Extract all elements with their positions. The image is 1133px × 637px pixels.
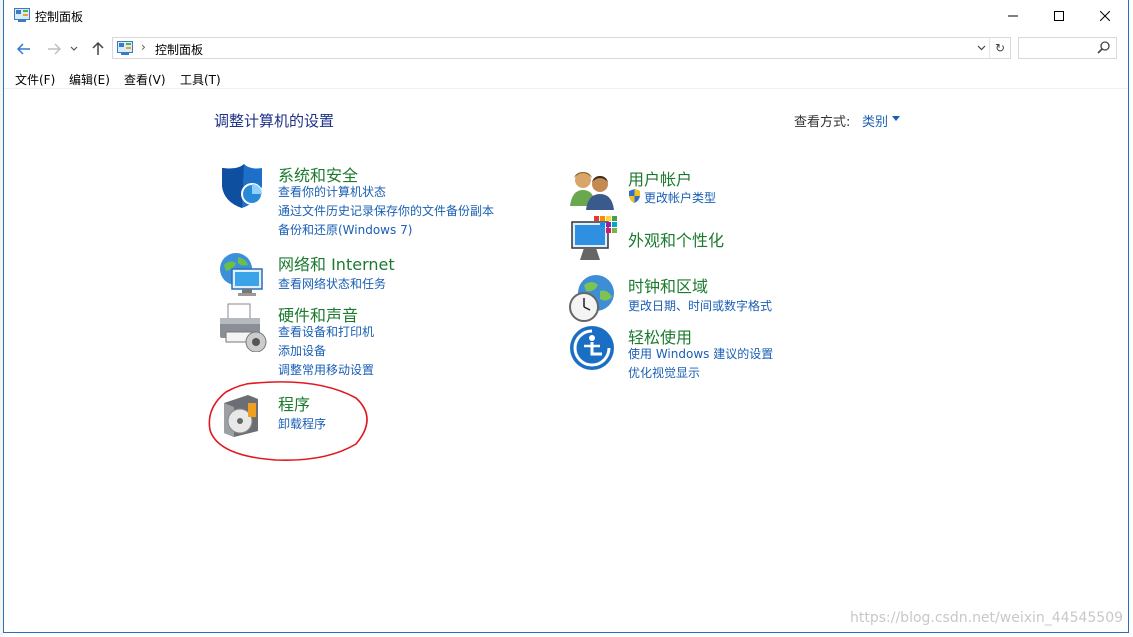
recent-locations-button[interactable] [68,39,80,59]
link-file-history-backup[interactable]: 通过文件历史记录保存你的文件备份副本 [278,202,494,219]
chevron-down-icon [70,46,78,51]
category-hardware-sound: 硬件和声音 查看设备和打印机 添加设备 调整常用移动设置 [218,302,518,382]
minimize-icon [1008,15,1018,17]
address-history-button[interactable] [974,38,988,58]
menu-bar: 文件(F) 编辑(E) 查看(V) 工具(T) [4,68,1128,89]
link-backup-restore[interactable]: 备份和还原(Windows 7) [278,221,412,238]
printer-icon[interactable] [218,302,268,352]
up-button[interactable] [88,39,108,59]
arrow-left-icon [17,43,30,55]
arrow-up-icon [92,42,104,55]
chevron-down-icon [977,45,985,51]
category-user-accounts: 用户帐户 更改帐户类型 [568,166,868,210]
link-optimize-visual-display[interactable]: 优化视觉显示 [628,364,700,381]
breadcrumb-separator[interactable]: › [141,40,146,54]
category-title[interactable]: 时钟和区域 [628,273,708,297]
link-change-account-type[interactable]: 更改帐户类型 [644,189,716,206]
menu-file[interactable]: 文件(F) [15,71,55,88]
control-panel-window: 控制面板 › 控制面板 ↻ 文件(F) 编辑(E) 查看(V) 工具(T) [3,0,1129,633]
link-devices-printers[interactable]: 查看设备和打印机 [278,323,374,340]
shield-icon[interactable] [218,162,268,212]
window-title: 控制面板 [35,10,84,24]
chevron-down-icon[interactable] [892,116,900,121]
minimize-button[interactable] [990,0,1036,32]
category-title[interactable]: 网络和 Internet [278,251,395,275]
refresh-icon: ↻ [994,41,1006,55]
search-icon[interactable] [1097,41,1110,54]
link-windows-recommended-settings[interactable]: 使用 Windows 建议的设置 [628,345,773,362]
link-network-status[interactable]: 查看网络状态和任务 [278,275,386,292]
category-title[interactable]: 外观和个性化 [628,227,724,251]
network-globe-icon[interactable] [218,251,268,301]
link-view-computer-status[interactable]: 查看你的计算机状态 [278,183,386,200]
category-clock-region: 时钟和区域 更改日期、时间或数字格式 [568,273,868,322]
menu-view[interactable]: 查看(V) [124,71,166,88]
close-icon [1100,11,1110,21]
category-ease-of-access: 轻松使用 使用 Windows 建议的设置 优化视觉显示 [568,324,868,384]
control-panel-icon [14,8,30,22]
menu-tools[interactable]: 工具(T) [180,71,221,88]
maximize-icon [1054,11,1064,21]
category-system-security: 系统和安全 查看你的计算机状态 通过文件历史记录保存你的文件备份副本 备份和还原… [218,162,518,242]
link-add-device[interactable]: 添加设备 [278,342,326,359]
users-icon[interactable] [568,166,618,216]
ease-of-access-icon[interactable] [568,324,618,374]
forward-button[interactable] [44,39,64,59]
category-title[interactable]: 用户帐户 [628,166,692,190]
view-by-dropdown[interactable]: 类别 [862,111,888,130]
personalization-monitor-icon[interactable] [568,216,618,266]
address-bar[interactable]: › 控制面板 ↻ [112,37,1011,59]
refresh-button[interactable]: ↻ [989,38,1010,58]
maximize-button[interactable] [1036,0,1082,32]
link-change-date-time-format[interactable]: 更改日期、时间或数字格式 [628,297,772,314]
view-by-label: 查看方式: [794,115,851,130]
arrow-right-icon [48,43,61,55]
link-mobility-settings[interactable]: 调整常用移动设置 [278,361,374,378]
category-network-internet: 网络和 Internet 查看网络状态和任务 [218,251,518,296]
menu-edit[interactable]: 编辑(E) [69,71,110,88]
clock-globe-icon[interactable] [568,273,618,323]
search-input[interactable] [1018,37,1117,59]
watermark: https://blog.csdn.net/weixin_44545509 [850,610,1124,626]
control-panel-icon [117,41,133,55]
back-button[interactable] [14,39,34,59]
uac-shield-icon [629,189,640,203]
page-title: 调整计算机的设置 [214,112,335,130]
close-button[interactable] [1082,0,1128,32]
breadcrumb-control-panel[interactable]: 控制面板 [155,41,203,58]
title-bar: 控制面板 [4,0,1128,32]
annotation-circle [208,381,368,461]
category-appearance: 外观和个性化 [568,216,868,266]
navigation-bar: › 控制面板 ↻ [4,36,1128,62]
